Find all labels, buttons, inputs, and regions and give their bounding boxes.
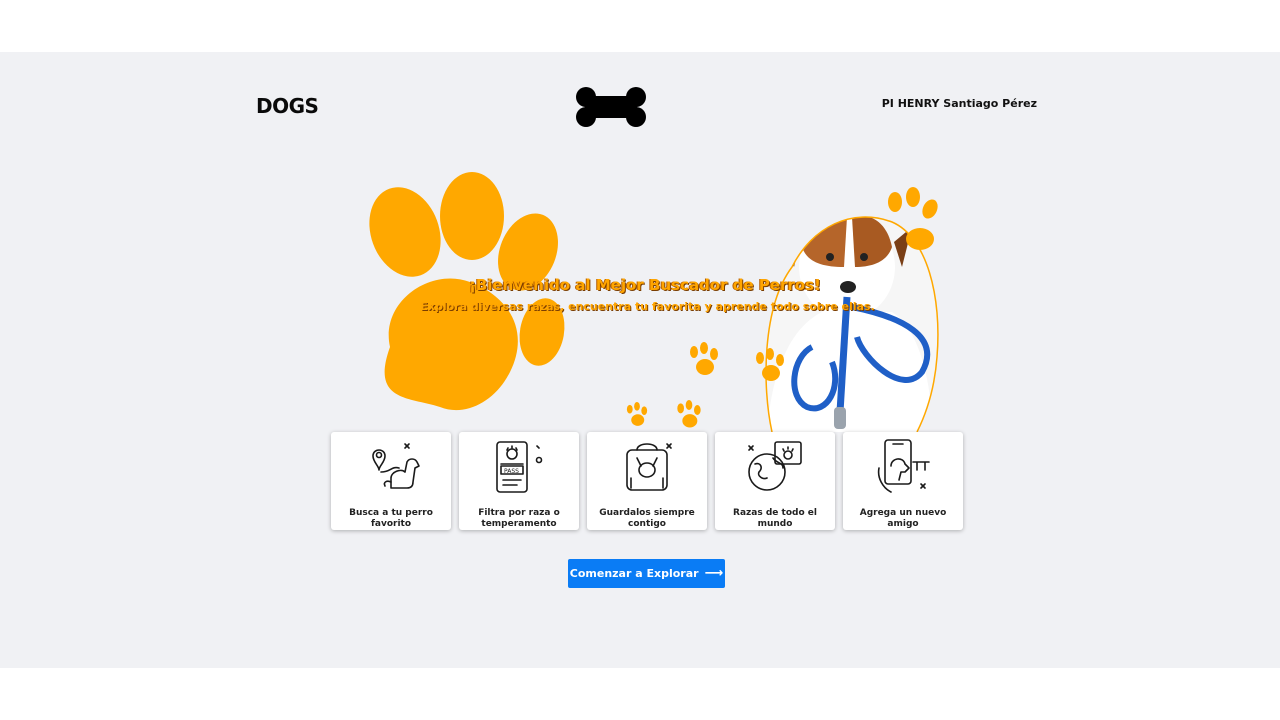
small-paw-icon [677,400,701,428]
cta-label: Comenzar a Explorar [569,567,699,580]
feature-card[interactable]: Agrega un nuevo amigo [843,432,963,530]
feature-label: Agrega un nuevo amigo [859,508,947,529]
feature-card[interactable]: Busca a tu perro favorito [331,432,451,530]
pet-passport-icon: PASS [496,441,543,493]
big-paw-illustration [369,172,565,411]
feature-cards: Busca a tu perro favorito PASS Filtra po… [331,432,963,530]
feature-card[interactable]: PASS Filtra por raza o temperamento [459,432,579,530]
landing-page: DOGS PI HENRY Santiago Pérez ¡Bienvenido… [0,52,1280,668]
small-paw-icon [756,348,784,381]
phone-dog-icon [877,439,930,493]
feature-label: Razas de todo el mundo [733,508,817,529]
small-paw-icon [888,187,938,250]
small-paw-icon [626,402,648,426]
svg-text:PASS: PASS [504,468,519,475]
feature-label: Busca a tu perro favorito [349,508,433,529]
feature-card[interactable]: Razas de todo el mundo [715,432,835,530]
hero-subtitle: Explora diversas razas, encuentra tu fav… [420,300,875,313]
arrow-right-icon: ⟶ [704,566,724,581]
feature-label: Guardalos siempre contigo [599,508,695,529]
start-exploring-button[interactable]: Comenzar a Explorar ⟶ [568,559,725,588]
dog-location-icon [372,443,420,489]
feature-card[interactable]: Guardalos siempre contigo [587,432,707,530]
hero-title: ¡Bienvenido al Mejor Buscador de Perros! [469,276,821,294]
feature-label: Filtra por raza o temperamento [478,508,560,529]
small-paw-icon [690,342,718,375]
pet-backpack-icon [626,443,672,491]
globe-paw-icon [748,441,802,491]
